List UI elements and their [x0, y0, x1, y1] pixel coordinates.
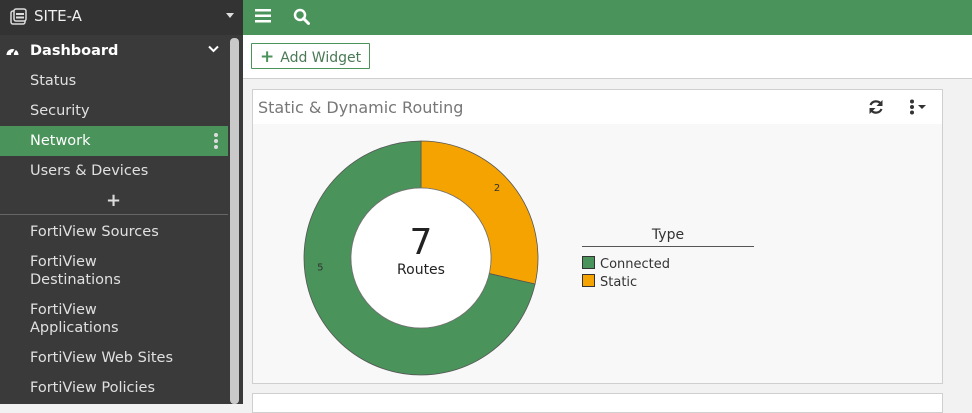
routing-widget: Static & Dynamic Routing 25 7 Routes Typ… [252, 89, 943, 384]
fortigate-device-icon [10, 8, 27, 25]
chevron-down-icon[interactable] [208, 45, 219, 53]
sidebar-item-label: Users & Devices [30, 163, 149, 179]
search-icon[interactable] [293, 8, 310, 25]
legend-label: Static [600, 275, 638, 290]
dashboard-toolbar: + Add Widget [243, 35, 972, 79]
site-name: SITE-A [34, 7, 82, 25]
legend-label: Connected [600, 257, 671, 272]
sidebar-item-fortiview-policies[interactable]: FortiView Policies [0, 373, 228, 403]
sidebar-section-dashboard[interactable]: Dashboard [0, 36, 228, 66]
next-widget [252, 393, 943, 413]
sidebar-item-network[interactable]: Network [0, 126, 228, 156]
legend-item-static[interactable]: Static [582, 274, 637, 291]
plus-icon: + [106, 190, 122, 211]
kebab-menu-icon[interactable] [214, 133, 218, 151]
sidebar-section-label: Dashboard [30, 43, 119, 59]
total-routes-value: 7 [409, 222, 433, 263]
slice-value-label: 2 [494, 183, 500, 194]
sidebar-item-label: FortiView Sources [30, 224, 159, 240]
add-widget-button[interactable]: + Add Widget [251, 43, 371, 69]
sidebar-item-users-devices[interactable]: Users & Devices [0, 156, 228, 186]
widget-title: Static & Dynamic Routing [258, 98, 464, 117]
add-dashboard-button[interactable]: + [0, 186, 228, 215]
sidebar-item-label: FortiView Destinations [30, 254, 121, 288]
refresh-icon[interactable] [867, 98, 885, 116]
sidebar-nav: Dashboard Status Security Network Users … [0, 36, 228, 403]
sidebar-item-fortiview-sources[interactable]: FortiView Sources [0, 217, 228, 247]
legend-divider [582, 246, 754, 247]
legend-swatch [582, 274, 595, 287]
sidebar-item-label: Network [30, 133, 91, 149]
routing-donut-chart: 25 [303, 140, 539, 376]
sidebar-item-status[interactable]: Status [0, 66, 228, 96]
menu-icon[interactable] [255, 9, 271, 23]
top-bar [243, 0, 972, 35]
sidebar-item-label: FortiView Web Sites [30, 350, 174, 366]
legend-swatch [582, 256, 595, 269]
sidebar-item-security[interactable]: Security [0, 96, 228, 126]
legend-item-connected[interactable]: Connected [582, 256, 670, 273]
slice-value-label: 5 [317, 262, 323, 273]
sidebar-item-label: FortiView Applications [30, 302, 119, 336]
dashboard-gauge-icon [6, 48, 19, 56]
chevron-down-icon[interactable] [226, 13, 234, 18]
total-routes-label: Routes [397, 262, 445, 278]
plus-icon: + [260, 47, 275, 67]
sidebar: SITE-A Dashboard Status Security Network… [0, 0, 243, 404]
sidebar-scrollbar[interactable] [230, 38, 239, 404]
sidebar-item-fortiview-destinations[interactable]: FortiView Destinations [0, 247, 228, 295]
site-selector[interactable]: SITE-A [0, 0, 243, 35]
sidebar-item-label: Security [30, 103, 90, 119]
sidebar-item-label: Status [30, 73, 77, 89]
sidebar-item-fortiview-applications[interactable]: FortiView Applications [0, 295, 228, 343]
more-options-icon[interactable] [907, 99, 929, 115]
legend-title: Type [651, 227, 685, 243]
sidebar-item-label: FortiView Policies [30, 380, 156, 396]
add-widget-label: Add Widget [280, 50, 362, 66]
sidebar-item-fortiview-web-sites[interactable]: FortiView Web Sites [0, 343, 228, 373]
